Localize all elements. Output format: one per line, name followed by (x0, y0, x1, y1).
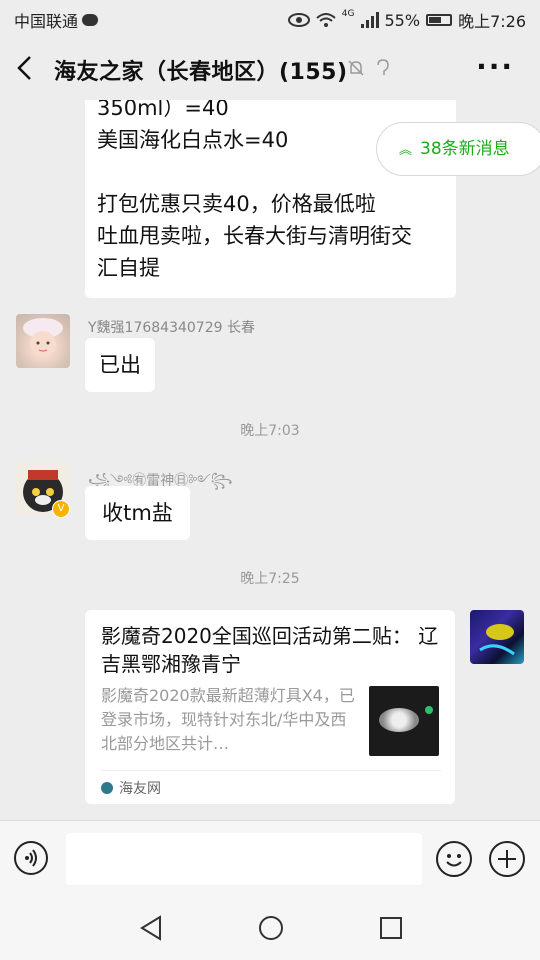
message-bubble[interactable]: 收tm盐 (85, 486, 190, 540)
system-nav-bar (0, 894, 540, 960)
source-logo-icon (101, 782, 113, 794)
wifi-icon (316, 13, 336, 27)
eye-icon (287, 13, 310, 27)
plus-icon (498, 850, 516, 868)
new-messages-label: 38条新消息 (420, 139, 510, 159)
lamp-image-icon (379, 708, 419, 732)
card-source-label: 海友网 (119, 781, 161, 797)
timestamp: 晚上7:25 (240, 571, 300, 587)
nav-recents-icon[interactable] (378, 914, 404, 942)
avatar[interactable] (470, 610, 524, 664)
chat-title: 海友之家（长春地区）(155) (54, 60, 348, 85)
baby-avatar-icon (23, 318, 63, 357)
carrier-label: 中国联通 (14, 12, 79, 31)
more-functions-button[interactable] (489, 841, 525, 877)
voice-icon (25, 849, 37, 867)
chat-notification-icon (82, 14, 99, 26)
avatar[interactable] (16, 314, 70, 368)
divider (101, 770, 441, 771)
network-type-label: 4G (341, 9, 355, 19)
battery-icon (426, 14, 453, 26)
mute-bell-icon (348, 60, 364, 76)
new-messages-pill[interactable]: ︽ 38条新消息 (376, 122, 540, 176)
chat-area[interactable]: 350ml）=40 美国海化白点水=40 打包优惠只卖40，价格最低啦 吐血甩卖… (0, 100, 540, 820)
chevron-left-icon[interactable] (14, 54, 36, 82)
indicator-dot-icon (425, 706, 433, 714)
message-text: 已出 (99, 353, 141, 377)
emoji-button[interactable] (436, 841, 472, 877)
message-text: 收tm盐 (102, 501, 173, 525)
more-options-button[interactable]: ··· (476, 50, 514, 83)
card-source: 海友网 (101, 778, 161, 798)
message-input[interactable] (66, 833, 422, 885)
clock: 晚上7:26 (458, 12, 526, 31)
message-bubble[interactable]: 已出 (85, 338, 155, 392)
chat-header: 海友之家（长春地区）(155) ··· (0, 36, 540, 100)
double-chevron-up-icon: ︽ (399, 143, 413, 158)
smiley-icon (446, 854, 462, 867)
card-description: 影魔奇2020款最新超薄灯具X4，已登录市场，现特针对东北/华中及西北部分地区共… (101, 686, 355, 753)
voice-input-button[interactable] (14, 841, 48, 875)
timestamp: 晚上7:03 (240, 423, 300, 439)
nav-back-icon[interactable] (138, 914, 164, 942)
earpiece-icon (377, 59, 389, 75)
status-bar: 中国联通 4G 55% 晚上7:26 (0, 0, 540, 36)
input-bar (0, 820, 540, 895)
signal-icon (360, 12, 379, 28)
sender-name: Y魏强17684340729 长春 (88, 320, 255, 336)
link-card[interactable]: 影魔奇2020全国巡回活动第二贴： 辽吉黑鄂湘豫青宁 影魔奇2020款最新超薄灯… (85, 610, 455, 804)
verified-badge-icon: V (52, 500, 70, 518)
fish-avatar-icon (479, 624, 515, 656)
battery-percent: 55% (384, 10, 421, 30)
card-thumbnail (369, 686, 439, 756)
nav-home-icon[interactable] (257, 914, 285, 942)
card-title: 影魔奇2020全国巡回活动第二贴： 辽吉黑鄂湘豫青宁 (101, 624, 439, 676)
